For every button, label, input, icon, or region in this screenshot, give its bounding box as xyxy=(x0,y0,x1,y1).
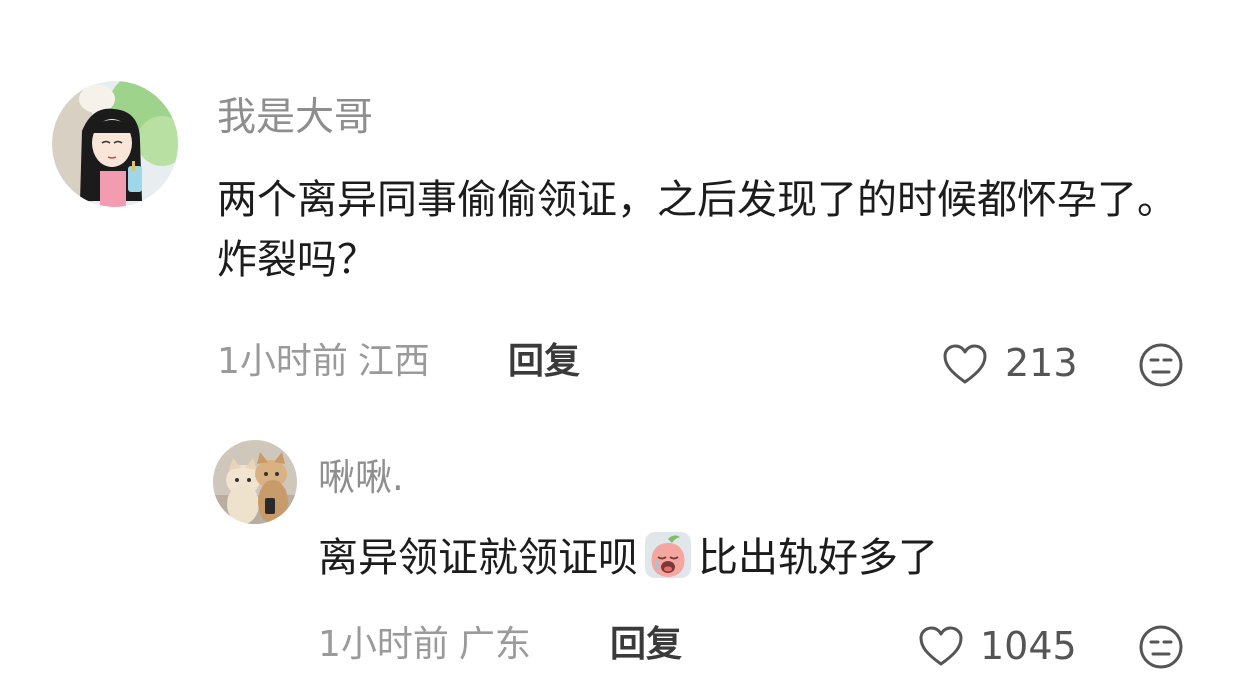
reply-text-after: 比出轨好多了 xyxy=(698,535,938,581)
comment-text: 两个离异同事偷偷领证，之后发现了的时候都怀孕了。炸裂吗？ xyxy=(217,177,1177,283)
reply-text-before: 离异领证就领证呗 xyxy=(318,535,638,581)
reply-time: 1小时前 xyxy=(318,624,449,665)
dislike-face-icon[interactable] xyxy=(1138,342,1184,388)
reply-user-avatar[interactable] xyxy=(213,440,297,524)
reply-meta: 1小时前 广东 xyxy=(318,627,531,663)
heart-icon[interactable] xyxy=(942,343,988,385)
comment-like-count: 213 xyxy=(1005,341,1078,385)
anime-girl-avatar-icon xyxy=(52,81,178,207)
heart-icon[interactable] xyxy=(918,625,964,667)
dislike-face-icon[interactable] xyxy=(1138,624,1184,670)
crying-peach-emoji-icon xyxy=(644,531,692,579)
reply-username[interactable]: 啾啾. xyxy=(318,459,404,496)
comment-reply-button[interactable]: 回复 xyxy=(508,344,580,380)
comment-meta: 1小时前 江西 xyxy=(217,344,430,380)
comment-username[interactable]: 我是大哥 xyxy=(217,98,373,137)
reply-reply-button[interactable]: 回复 xyxy=(610,627,682,663)
reply-text: 离异领证就领证呗 比出轨好多了 xyxy=(318,528,1218,588)
reply-location: 广东 xyxy=(458,624,531,665)
comment-time: 1小时前 xyxy=(217,341,348,382)
reply-like-count: 1045 xyxy=(980,624,1077,668)
comment-location: 江西 xyxy=(357,341,430,382)
user-avatar[interactable] xyxy=(52,81,178,207)
cats-photo-avatar-icon xyxy=(213,440,297,524)
